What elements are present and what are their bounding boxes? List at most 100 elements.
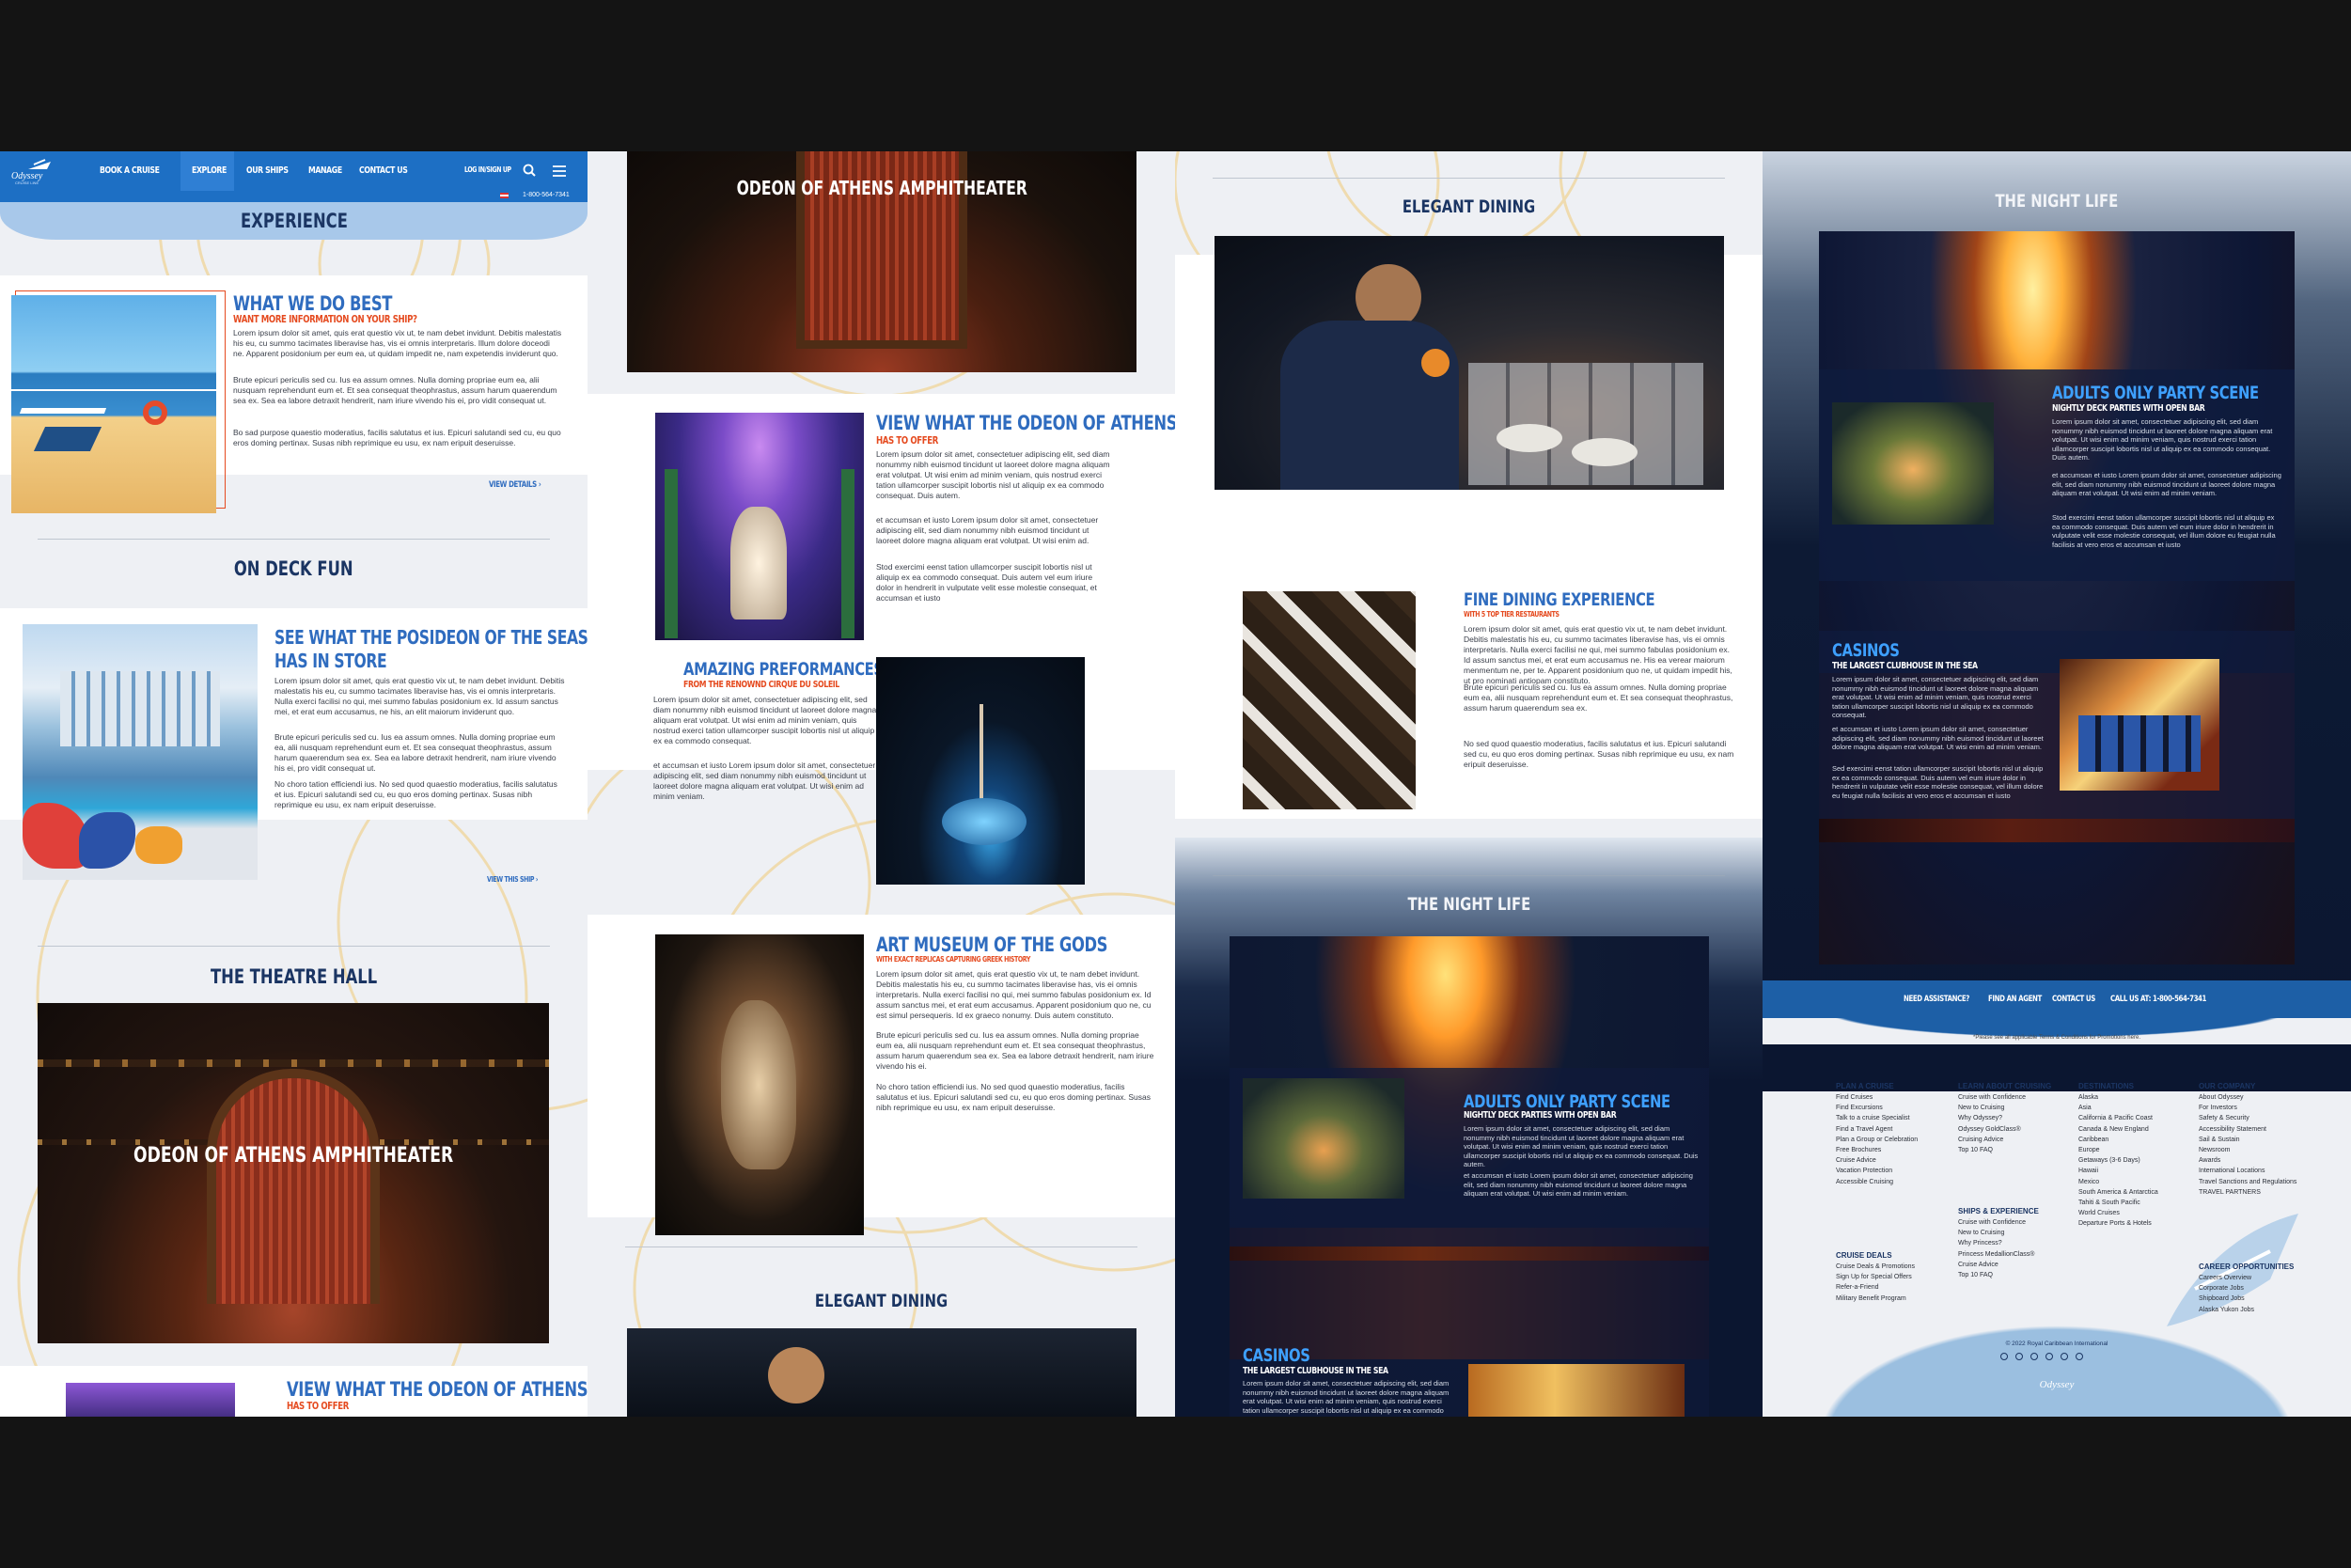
footer-link[interactable]: California & Pacific Coast [2078, 1115, 2153, 1121]
casino-title: CASINOS [1832, 640, 1900, 661]
footer-link[interactable]: Accessible Cruising [1836, 1179, 1893, 1185]
footer-link[interactable]: Talk to a cruise Specialist [1836, 1115, 1910, 1121]
footer-link[interactable]: TRAVEL PARTNERS [2199, 1189, 2261, 1196]
nav-contact-us[interactable]: CONTACT US [359, 165, 408, 176]
footer-link[interactable]: International Locations [2199, 1168, 2265, 1174]
footer-col-title: OUR COMPANY [2199, 1082, 2256, 1090]
hamburger-menu-icon[interactable] [552, 165, 567, 177]
footer-link[interactable]: Cruise with Confidence [1958, 1219, 2026, 1226]
nav-our-ships[interactable]: OUR SHIPS [246, 165, 289, 176]
footer-link[interactable]: South America & Antarctica [2078, 1189, 2158, 1196]
casino-subtitle: THE LARGEST CLUBHOUSE IN THE SEA [1832, 661, 1978, 671]
fire-show-photo [1819, 231, 2295, 964]
footer-link[interactable]: Find Excursions [1836, 1105, 1883, 1111]
footer-link[interactable]: Cruise with Confidence [1958, 1094, 2026, 1101]
footer-link[interactable]: Cruise Advice [1836, 1157, 1876, 1164]
footer-link[interactable]: Awards [2199, 1157, 2220, 1164]
footer-link[interactable]: Careers Overview [2199, 1275, 2251, 1281]
nav-manage[interactable]: MANAGE [308, 165, 342, 176]
footer-link[interactable]: New to Cruising [1958, 1105, 2004, 1111]
party-title: ADULTS ONLY PARTY SCENE [1464, 1091, 1670, 1112]
footer-link[interactable]: Alaska [2078, 1094, 2098, 1101]
footer-link[interactable]: Find a Travel Agent [1836, 1126, 1892, 1133]
footer-link[interactable]: Princess MedallionClass® [1958, 1251, 2034, 1258]
footer-link[interactable]: Europe [2078, 1147, 2100, 1153]
instagram-icon[interactable] [2000, 1353, 2008, 1360]
view-odeon-title: VIEW WHAT THE ODEON OF ATHENS [287, 1378, 588, 1401]
footer-link[interactable]: New to Cruising [1958, 1230, 2004, 1236]
call-us-link[interactable]: CALL US AT: 1-800-564-7341 [2110, 995, 2206, 1004]
footer-link[interactable]: Travel Sanctions and Regulations [2199, 1179, 2296, 1185]
footer-link[interactable]: Tahiti & South Pacific [2078, 1200, 2140, 1206]
footer-link[interactable]: For Investors [2199, 1105, 2237, 1111]
footer-link[interactable]: Vacation Protection [1836, 1168, 1892, 1174]
footer-link[interactable]: Why Odyssey? [1958, 1115, 2002, 1121]
login-link[interactable]: LOG IN/SIGN UP [464, 165, 511, 174]
footer-link[interactable]: Corporate Jobs [2199, 1285, 2244, 1292]
poseidon-text-3: No choro tation efficiendi ius. No sed q… [274, 779, 557, 809]
footer-logo[interactable]: Odyssey [1763, 1379, 2351, 1390]
nav-book-cruise[interactable]: BOOK A CRUISE [100, 165, 160, 176]
party-text-2: et accumsan et iusto Lorem ipsum dolor s… [2052, 471, 2281, 497]
party-text-2: et accumsan et iusto Lorem ipsum dolor s… [1464, 1171, 1693, 1198]
footer-link[interactable]: Safety & Security [2199, 1115, 2249, 1121]
footer-link[interactable]: Plan a Group or Celebration [1836, 1137, 1918, 1143]
footer-link[interactable]: Departure Ports & Hotels [2078, 1220, 2152, 1227]
view-details-link[interactable]: VIEW DETAILS › [489, 480, 541, 490]
footer-contact-link[interactable]: CONTACT US [2052, 995, 2095, 1004]
search-icon[interactable] [523, 164, 536, 177]
footer-link[interactable]: Hawaii [2078, 1168, 2098, 1174]
view-this-ship-link[interactable]: VIEW THIS SHIP › [487, 875, 538, 884]
footer-link[interactable]: Shipboard Jobs [2199, 1295, 2245, 1302]
footer-link[interactable]: Newsroom [2199, 1147, 2230, 1153]
cirque-performer-photo [876, 657, 1085, 885]
nav-explore[interactable]: EXPLORE [192, 165, 227, 176]
nav-phone[interactable]: 1-800-564-7341 [523, 192, 570, 198]
party-crowd-photo [1243, 1078, 1404, 1199]
section-title-dining: ELEGANT DINING [814, 1291, 948, 1311]
ship-deck-photo [11, 295, 216, 513]
footer-link[interactable]: Top 10 FAQ [1958, 1147, 1993, 1153]
footer-link[interactable]: Why Princess? [1958, 1240, 2002, 1247]
casino-photo-partial [1468, 1364, 1685, 1417]
footer-link[interactable]: Cruising Advice [1958, 1137, 2003, 1143]
footer-link[interactable]: Cruise Advice [1958, 1262, 1998, 1268]
odyssey-logo[interactable]: Odyssey CRUISE LINE [11, 156, 70, 186]
find-agent-link[interactable]: FIND AN AGENT [1988, 995, 2042, 1004]
facebook-icon[interactable] [2030, 1353, 2038, 1360]
poseidon-title-1: SEE WHAT THE POSIDEON OF THE SEAS [274, 626, 588, 649]
footer-link[interactable]: Military Benefit Program [1836, 1295, 1906, 1302]
twitter-icon[interactable] [2045, 1353, 2053, 1360]
footer-link[interactable]: Accessibility Statement [2199, 1126, 2266, 1133]
footer-link[interactable]: World Cruises [2078, 1210, 2120, 1216]
section-title-nightlife: THE NIGHT LIFE [1407, 894, 1530, 915]
sub-bar: 1-800-564-7341 [0, 191, 588, 202]
footer-link[interactable]: Refer-a-Friend [1836, 1284, 1879, 1291]
youtube-icon[interactable] [2061, 1353, 2068, 1360]
casino-text-2: et accumsan et iusto Lorem ipsum dolor s… [1832, 725, 2044, 751]
footer-link[interactable]: About Odyssey [2199, 1094, 2243, 1101]
footer-link[interactable]: Alaska Yukon Jobs [2199, 1307, 2254, 1313]
ship-logo-icon [28, 159, 51, 169]
tiktok-icon[interactable] [2015, 1353, 2023, 1360]
casino-text-3: Sed exercimi eenst tation ullamcorper su… [1832, 764, 2044, 800]
footer-link[interactable]: Canada & New England [2078, 1126, 2149, 1133]
party-subtitle: NIGHTLY DECK PARTIES WITH OPEN BAR [2052, 403, 2205, 414]
footer-link[interactable]: Sign Up for Special Offers [1836, 1274, 1912, 1280]
footer-link[interactable]: Find Cruises [1836, 1094, 1873, 1101]
pinterest-icon[interactable] [2076, 1353, 2083, 1360]
museum-subtitle: WITH EXACT REPLICAS CAPTURING GREEK HIST… [876, 955, 1031, 964]
footer-link[interactable]: Cruise Deals & Promotions [1836, 1263, 1915, 1270]
footer-link[interactable]: Top 10 FAQ [1958, 1272, 1993, 1278]
casino-title: CASINOS [1243, 1345, 1310, 1366]
footer-link[interactable]: Getaways (3-6 Days) [2078, 1157, 2140, 1164]
footer-link[interactable]: Sail & Sustain [2199, 1137, 2240, 1143]
us-flag-icon [500, 193, 509, 198]
footer-link[interactable]: Mexico [2078, 1179, 2099, 1185]
footer-link[interactable]: Asia [2078, 1105, 2092, 1111]
footer-link[interactable]: Free Brochures [1836, 1147, 1881, 1153]
footer-link[interactable]: Caribbean [2078, 1137, 2108, 1143]
footer-link[interactable]: Odyssey GoldClass® [1958, 1126, 2021, 1133]
chef-photo-partial [627, 1328, 1136, 1417]
fine-dining-text-3: No sed quod quaestio moderatius, facilis… [1464, 739, 1734, 769]
